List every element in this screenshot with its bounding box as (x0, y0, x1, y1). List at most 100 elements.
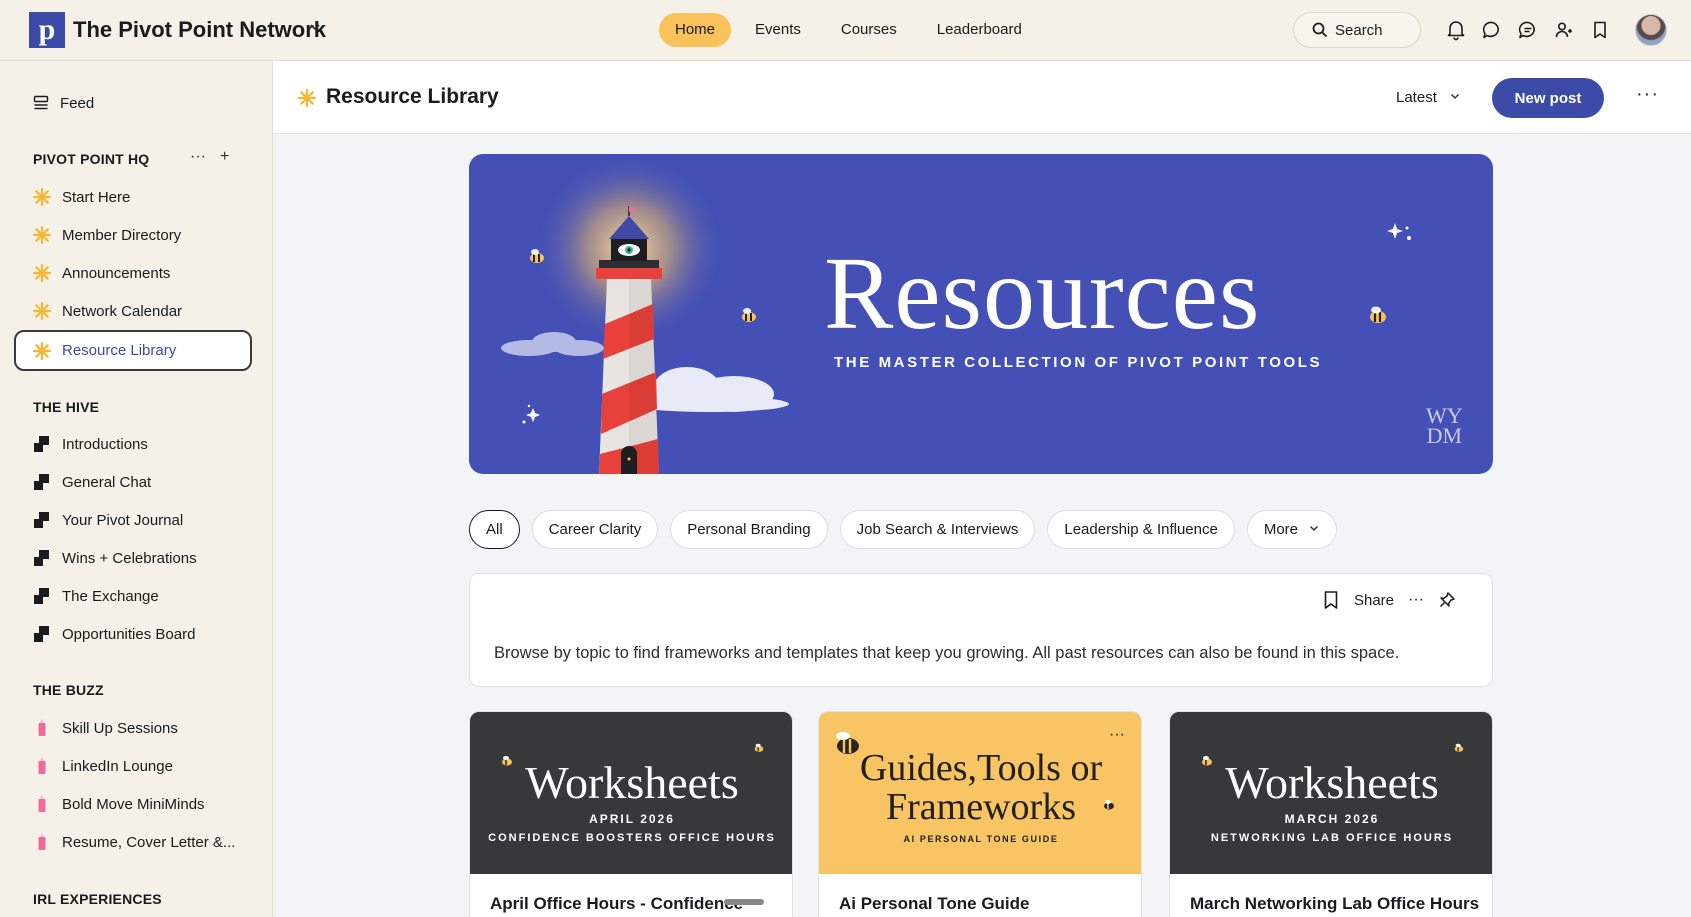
bookmark-icon[interactable] (1322, 590, 1340, 610)
sidebar: Feed PIVOT POINT HQ ··· + Start Here Mem… (0, 61, 273, 917)
resources-banner: Resources THE MASTER COLLECTION OF PIVOT… (469, 154, 1493, 474)
sort-dropdown[interactable]: Latest (1396, 89, 1461, 106)
sun-icon (32, 341, 52, 360)
filter-more[interactable]: More (1246, 510, 1338, 549)
sidebar-item-label: Start Here (62, 188, 131, 206)
section-title-irl-experiences: IRL EXPERIENCES (33, 891, 162, 907)
plus-icon[interactable]: + (220, 148, 229, 166)
filter-personal-branding[interactable]: Personal Branding (670, 510, 828, 549)
main-nav: Home Events Courses Leaderboard (659, 13, 1038, 47)
section-title-pivot-point-hq: PIVOT POINT HQ (33, 151, 150, 167)
cover-line: APRIL 2026 (589, 812, 675, 826)
blocks-icon (32, 586, 52, 606)
sidebar-item-label: Bold Move MiniMinds (62, 795, 205, 813)
section-title-the-buzz: THE BUZZ (33, 682, 104, 698)
sidebar-item-the-exchange[interactable]: The Exchange (14, 577, 252, 615)
blocks-icon (32, 472, 52, 492)
sidebar-item-label: LinkedIn Lounge (62, 757, 173, 775)
sidebar-item-label: General Chat (62, 473, 152, 491)
sidebar-item-label: Resource Library (62, 342, 177, 359)
pencil-icon (38, 757, 46, 774)
sidebar-item-wins-celebrations[interactable]: Wins + Celebrations (14, 539, 252, 577)
top-bar: p The Pivot Point Network Home Events Co… (0, 0, 1691, 61)
card-title: March Networking Lab Office Hours (1190, 894, 1480, 913)
brand-name[interactable]: The Pivot Point Network (73, 17, 326, 43)
sidebar-item-label: Your Pivot Journal (62, 511, 184, 529)
sidebar-item-member-directory[interactable]: Member Directory (14, 216, 252, 254)
sidebar-item-label: Network Calendar (62, 302, 183, 320)
resource-card[interactable]: ··· Guides,Tools or Frameworks AI PERSON… (818, 711, 1142, 917)
blocks-icon (32, 434, 52, 454)
sparkle-icon (1387, 223, 1411, 240)
nav-home[interactable]: Home (659, 13, 732, 47)
more-icon[interactable]: ··· (1109, 726, 1125, 744)
sun-icon (32, 187, 52, 207)
banner-title: Resources (824, 236, 1261, 351)
sun-icon (297, 88, 317, 108)
sidebar-item-announcements[interactable]: Announcements (14, 254, 252, 292)
sidebar-item-label: Wins + Celebrations (62, 549, 197, 567)
section-title-the-hive: THE HIVE (33, 399, 100, 415)
filter-all[interactable]: All (469, 510, 520, 549)
blocks-icon (32, 624, 52, 644)
sidebar-item-resume-cover-letter[interactable]: Resume, Cover Letter &... (14, 823, 252, 861)
people-icon[interactable] (1553, 19, 1575, 41)
sun-icon (32, 225, 52, 245)
monogram-line: DM (1426, 423, 1463, 448)
cover-title: Guides,Tools or (859, 747, 1103, 789)
chevron-down-icon (1310, 525, 1319, 532)
chat-bubble-icon[interactable] (1481, 19, 1503, 41)
pin-icon[interactable] (1438, 591, 1456, 609)
card-title: Ai Personal Tone Guide (839, 894, 1030, 913)
sidebar-item-resource-library[interactable]: Resource Library (14, 330, 252, 371)
sidebar-item-label: Announcements (62, 264, 171, 282)
bell-icon[interactable] (1445, 19, 1467, 41)
new-post-button[interactable]: New post (1492, 78, 1604, 118)
filter-leadership-influence[interactable]: Leadership & Influence (1047, 510, 1235, 549)
sidebar-item-feed[interactable]: Feed (14, 84, 252, 122)
bee-icon (754, 743, 764, 752)
card-cover: Worksheets MARCH 2026 NETWORKING LAB OFF… (1170, 712, 1492, 874)
chevron-down-icon (1451, 93, 1460, 100)
search-button[interactable]: Search (1293, 12, 1421, 48)
sidebar-item-your-pivot-journal[interactable]: Your Pivot Journal (14, 501, 252, 539)
share-button[interactable]: Share (1354, 592, 1394, 609)
sidebar-item-opportunities-board[interactable]: Opportunities Board (14, 615, 252, 653)
nav-courses[interactable]: Courses (825, 13, 913, 47)
filter-career-clarity[interactable]: Career Clarity (531, 510, 659, 549)
bookmark-icon[interactable] (1589, 19, 1611, 41)
sidebar-item-network-calendar[interactable]: Network Calendar (14, 292, 252, 330)
space-header: Resource Library Latest New post ··· (273, 61, 1691, 134)
sidebar-item-general-chat[interactable]: General Chat (14, 463, 252, 501)
sidebar-item-introductions[interactable]: Introductions (14, 425, 252, 463)
banner-monogram: WY DM (1426, 405, 1463, 448)
filter-job-search-interviews[interactable]: Job Search & Interviews (839, 510, 1036, 549)
messages-icon[interactable] (1517, 19, 1539, 41)
sun-icon (32, 263, 52, 283)
more-options-icon[interactable]: ··· (1636, 83, 1659, 106)
cover-line: CONFIDENCE BOOSTERS OFFICE HOURS (488, 832, 776, 844)
cover-title: Worksheets (525, 757, 739, 808)
scrollbar-thumb[interactable] (724, 899, 764, 905)
brand-logo[interactable]: p (29, 12, 65, 48)
nav-leaderboard[interactable]: Leaderboard (921, 13, 1038, 47)
section-actions: ··· + (190, 148, 229, 166)
nav-events[interactable]: Events (739, 13, 817, 47)
post-body: Browse by topic to find frameworks and t… (494, 644, 1400, 662)
sidebar-item-label: The Exchange (62, 587, 159, 605)
more-icon[interactable]: ··· (1408, 591, 1424, 609)
sidebar-item-start-here[interactable]: Start Here (14, 178, 252, 216)
card-cover: ··· Guides,Tools or Frameworks AI PERSON… (819, 712, 1141, 874)
resource-card[interactable]: Worksheets APRIL 2026 CONFIDENCE BOOSTER… (469, 711, 793, 917)
resource-card[interactable]: Worksheets MARCH 2026 NETWORKING LAB OFF… (1169, 711, 1493, 917)
sidebar-item-skill-up-sessions[interactable]: Skill Up Sessions (14, 709, 252, 747)
sidebar-item-label: Resume, Cover Letter &... (62, 833, 236, 851)
chevron-down-icon[interactable] (309, 20, 321, 36)
blocks-icon (32, 510, 52, 530)
sidebar-item-bold-move-miniminds[interactable]: Bold Move MiniMinds (14, 785, 252, 823)
more-icon[interactable]: ··· (190, 148, 206, 166)
sidebar-item-linkedin-lounge[interactable]: LinkedIn Lounge (14, 747, 252, 785)
sidebar-item-label: Opportunities Board (62, 625, 196, 643)
user-avatar[interactable] (1635, 14, 1667, 46)
search-label: Search (1335, 22, 1383, 39)
